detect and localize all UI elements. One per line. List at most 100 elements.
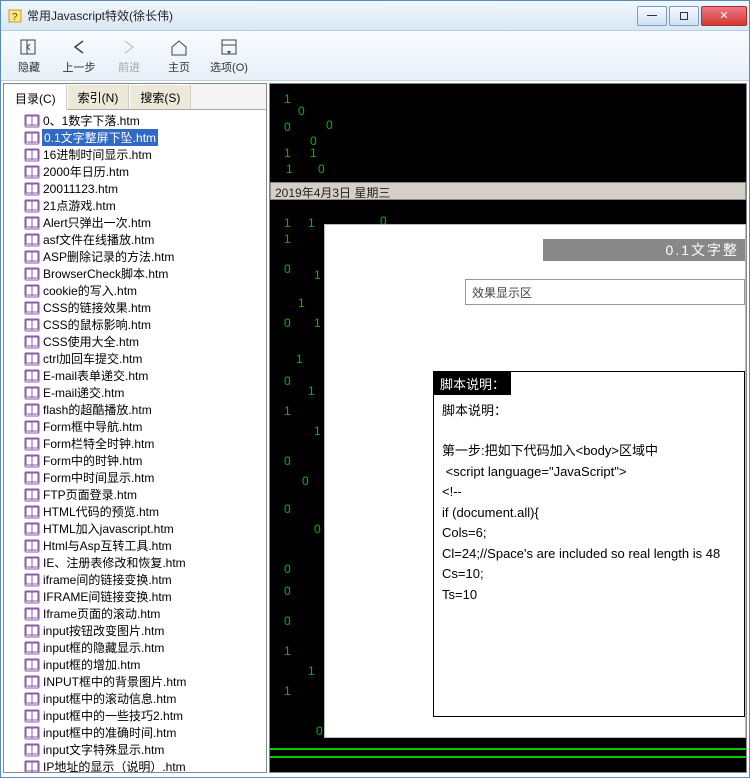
titlebar: ? 常用Javascript特效(徐长伟) ✕ [1,1,749,31]
green-line [270,756,746,758]
tree-item[interactable]: E-mail表单递交.htm [4,367,266,384]
book-icon [24,488,40,502]
tree-item[interactable]: input按钮改变图片.htm [4,622,266,639]
book-icon [24,505,40,519]
maximize-button[interactable] [669,6,699,26]
book-icon [24,556,40,570]
tree-item[interactable]: HTML代码的预览.htm [4,503,266,520]
book-icon [24,165,40,179]
content-pane: 1000011101111000110111011100000100001110… [269,83,747,773]
tree-item[interactable]: IFRAME间链接变换.htm [4,588,266,605]
tree-item-label: 0.1文字整屏下坠.htm [42,129,158,146]
svg-text:?: ? [12,12,18,23]
book-icon [24,182,40,196]
tree-item[interactable]: 0.1文字整屏下坠.htm [4,129,266,146]
book-icon [24,607,40,621]
tree-item[interactable]: Form框中导航.htm [4,418,266,435]
tree-item-label: 0、1数字下落.htm [42,112,141,129]
book-icon [24,590,40,604]
tree-item[interactable]: 21点游戏.htm [4,197,266,214]
home-button[interactable]: 主页 [155,34,203,78]
tree-item-label: HTML加入javascript.htm [42,520,175,537]
minimize-button[interactable] [637,6,667,26]
tree-item-label: CSS使用大全.htm [42,333,140,350]
demo-panel: 0.1文字整 效果显示区 脚本说明： 脚本说明： 第一步:把如下代码加入<bod… [324,224,746,738]
back-button[interactable]: 上一步 [55,34,103,78]
tree-item-label: iframe间的链接变换.htm [42,571,173,588]
nav-pane: 目录(C) 索引(N) 搜索(S) 0、1数字下落.htm0.1文字整屏下坠.h… [3,83,267,773]
forward-button[interactable]: 前进 [105,34,153,78]
tree-item[interactable]: 2000年日历.htm [4,163,266,180]
tree-item[interactable]: input框中的准确时间.htm [4,724,266,741]
book-icon [24,471,40,485]
tree-item[interactable]: FTP页面登录.htm [4,486,266,503]
tree-item[interactable]: CSS使用大全.htm [4,333,266,350]
hide-button[interactable]: 隐藏 [5,34,53,78]
back-icon [69,37,89,57]
tree-item[interactable]: flash的超酷播放.htm [4,401,266,418]
tree-item[interactable]: input框的增加.htm [4,656,266,673]
tree-item[interactable]: Alert只弹出一次.htm [4,214,266,231]
file-tree: 0、1数字下落.htm0.1文字整屏下坠.htm16进制时间显示.htm2000… [4,110,266,772]
tree-item-label: IP地址的显示（说明）.htm [42,758,187,772]
tree-item[interactable]: HTML加入javascript.htm [4,520,266,537]
tree-item[interactable]: asf文件在线播放.htm [4,231,266,248]
tree-item[interactable]: input框的隐藏显示.htm [4,639,266,656]
tree-item[interactable]: E-mail递交.htm [4,384,266,401]
tree-item-label: input框的隐藏显示.htm [42,639,165,656]
tree-item-label: input框中的准确时间.htm [42,724,177,741]
book-icon [24,386,40,400]
tree-item[interactable]: cookie的写入.htm [4,282,266,299]
tree-item-label: IFRAME间链接变换.htm [42,588,173,605]
tab-search[interactable]: 搜索(S) [129,84,191,109]
app-icon: ? [7,8,23,24]
date-bar: 2019年4月3日 星期三 [270,182,746,200]
tree-item[interactable]: Form栏特全时钟.htm [4,435,266,452]
tree-item-label: Form栏特全时钟.htm [42,435,155,452]
tree-item-label: Form中时间显示.htm [42,469,155,486]
tree-item[interactable]: 0、1数字下落.htm [4,112,266,129]
book-icon [24,658,40,672]
tree-item[interactable]: ASP删除记录的方法.htm [4,248,266,265]
tree-item[interactable]: CSS的鼠标影响.htm [4,316,266,333]
tree-item-label: input框的增加.htm [42,656,141,673]
tree-item-label: Html与Asp互转工具.htm [42,537,173,554]
tab-index[interactable]: 索引(N) [67,84,130,109]
book-icon [24,624,40,638]
tree-scroll[interactable]: 0、1数字下落.htm0.1文字整屏下坠.htm16进制时间显示.htm2000… [4,110,266,772]
tree-item[interactable]: INPUT框中的背景图片.htm [4,673,266,690]
tree-item[interactable]: ctrl加回车提交.htm [4,350,266,367]
book-icon [24,369,40,383]
tree-item-label: Alert只弹出一次.htm [42,214,152,231]
book-icon [24,352,40,366]
tree-item-label: cookie的写入.htm [42,282,138,299]
tree-item-label: FTP页面登录.htm [42,486,138,503]
tab-contents[interactable]: 目录(C) [4,85,67,110]
book-icon [24,454,40,468]
tree-item[interactable]: IP地址的显示（说明）.htm [4,758,266,772]
tree-item[interactable]: CSS的链接效果.htm [4,299,266,316]
tree-item[interactable]: Form中时间显示.htm [4,469,266,486]
tree-item[interactable]: 16进制时间显示.htm [4,146,266,163]
home-icon [169,37,189,57]
tree-item-label: ctrl加回车提交.htm [42,350,143,367]
tree-item[interactable]: input框中的一些技巧2.htm [4,707,266,724]
tree-item[interactable]: Html与Asp互转工具.htm [4,537,266,554]
tree-item[interactable]: Form中的时钟.htm [4,452,266,469]
tree-item-label: CSS的鼠标影响.htm [42,316,152,333]
forward-icon [119,37,139,57]
tree-item[interactable]: Iframe页面的滚动.htm [4,605,266,622]
tree-item-label: Form中的时钟.htm [42,452,143,469]
tree-item-label: 20011123.htm [42,182,119,196]
tree-item[interactable]: 20011123.htm [4,180,266,197]
tree-item[interactable]: BrowserCheck脚本.htm [4,265,266,282]
options-button[interactable]: 选项(O) [205,34,253,78]
tree-item[interactable]: input框中的滚动信息.htm [4,690,266,707]
book-icon [24,522,40,536]
tree-item[interactable]: IE、注册表修改和恢复.htm [4,554,266,571]
book-icon [24,131,40,145]
tree-item[interactable]: input文字特殊显示.htm [4,741,266,758]
body-area: 目录(C) 索引(N) 搜索(S) 0、1数字下落.htm0.1文字整屏下坠.h… [1,81,749,775]
tree-item[interactable]: iframe间的链接变换.htm [4,571,266,588]
close-button[interactable]: ✕ [701,6,747,26]
